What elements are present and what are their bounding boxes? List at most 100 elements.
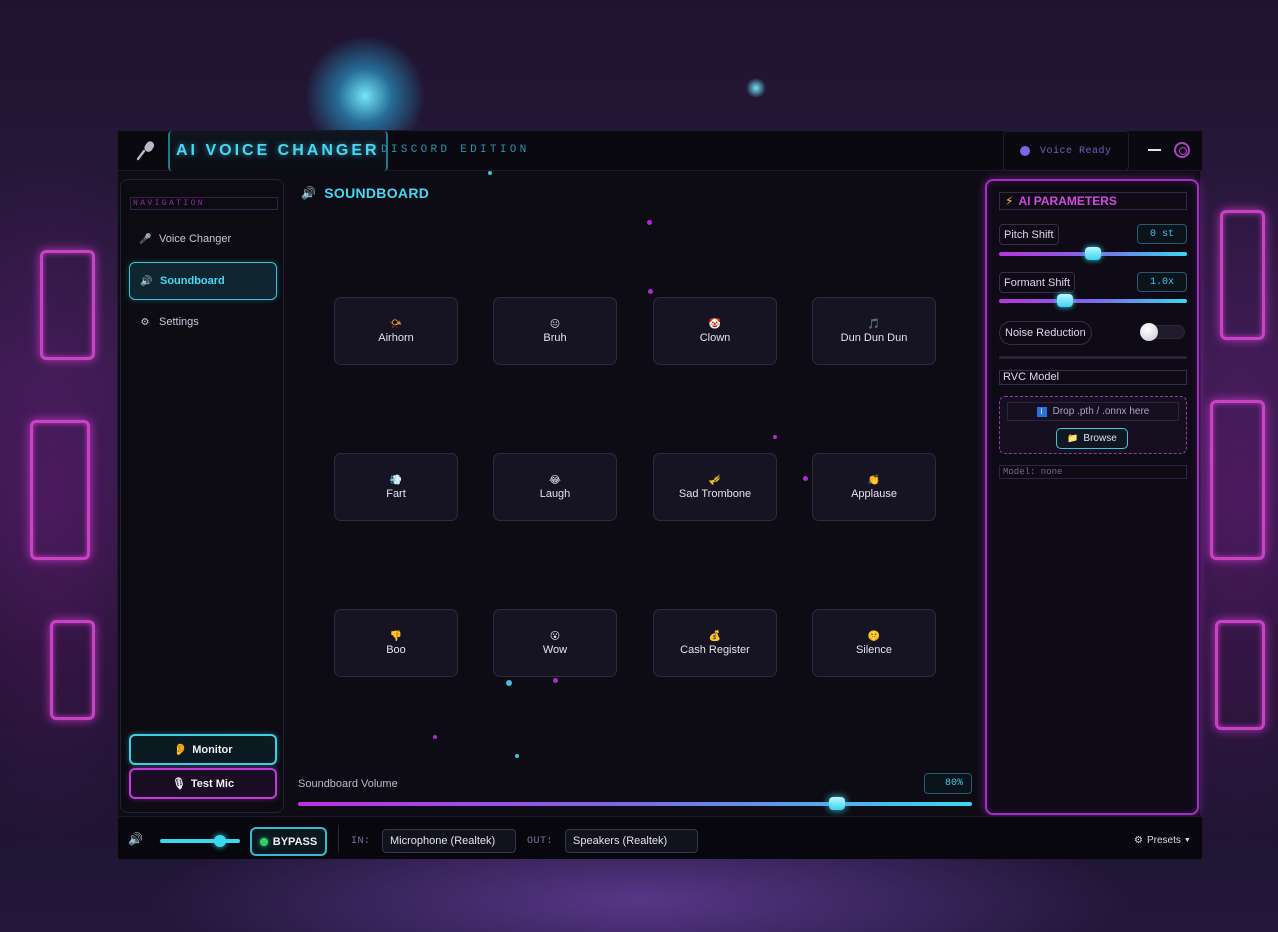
ai-parameters-heading: ⚡ AI PARAMETERS <box>999 192 1187 210</box>
gear-icon: ⚙ <box>1134 835 1143 846</box>
presets-menu[interactable]: ⚙ Presets ▼ <box>1134 835 1191 846</box>
gear-icon: ⚙ <box>140 316 150 328</box>
sound-pad-label: Dun Dun Dun <box>840 331 908 344</box>
sound-pad-icon: 💰 <box>708 630 722 642</box>
navigation-heading: NAVIGATION <box>130 197 278 210</box>
sidebar-item-settings[interactable]: ⚙ Settings <box>129 303 277 341</box>
folder-icon: 📁 <box>1067 433 1079 443</box>
sound-pad-applause[interactable]: 👏 Applause <box>812 453 936 521</box>
sidebar-item-label: Soundboard <box>160 275 225 287</box>
sound-pad-airhorn[interactable]: 📯 Airhorn <box>334 297 458 365</box>
sound-pad-clown[interactable]: 🤡 Clown <box>653 297 777 365</box>
pitch-shift-label: Pitch Shift <box>999 224 1059 245</box>
lightning-icon: ⚡ <box>1005 194 1014 208</box>
monitor-label: Monitor <box>192 743 233 756</box>
chevron-down-icon: ▼ <box>1183 837 1191 844</box>
test-mic-button[interactable]: 🎙 Test Mic <box>129 768 277 799</box>
presets-label: Presets <box>1146 835 1181 846</box>
sound-pad-label: Laugh <box>539 487 571 500</box>
decorative-particle <box>803 476 808 481</box>
output-device-select[interactable]: Speakers (Realtek) <box>565 829 698 853</box>
status-text: Voice Ready <box>1040 145 1112 157</box>
minimize-button[interactable] <box>1148 149 1161 151</box>
ai-parameters-title: AI PARAMETERS <box>1018 194 1117 208</box>
monitor-button[interactable]: 👂 Monitor <box>129 734 277 765</box>
decorative-particle <box>773 435 777 439</box>
microphone-icon: 🎙 <box>171 778 186 790</box>
bypass-status-dot <box>259 837 268 846</box>
soundboard-volume-label: Soundboard Volume <box>298 778 398 790</box>
decorative-rune <box>30 420 90 560</box>
formant-shift-slider[interactable] <box>999 299 1187 303</box>
sound-pad-icon: 💨 <box>389 474 403 486</box>
model-dropzone[interactable]: i Drop .pth / .onnx here 📁 Browse <box>999 396 1187 454</box>
page-title-text: SOUNDBOARD <box>324 185 430 201</box>
sound-pad-icon: 🎺 <box>708 474 722 486</box>
sidebar-item-label: Voice Changer <box>159 233 232 245</box>
noise-reduction-label: Noise Reduction <box>999 321 1092 345</box>
sidebar-item-soundboard[interactable]: 🔊 Soundboard <box>129 262 277 300</box>
sound-pad-silence[interactable]: 🤫 Silence <box>812 609 936 677</box>
toggle-knob <box>1140 323 1158 341</box>
sound-pad-icon: 👏 <box>867 474 881 486</box>
app-window: AI VOICE CHANGER DISCORD EDITION Voice R… <box>117 130 1202 859</box>
title-bar: AI VOICE CHANGER DISCORD EDITION Voice R… <box>118 131 1202 171</box>
bypass-label: BYPASS <box>272 835 318 848</box>
output-label: OUT: <box>527 836 554 847</box>
formant-shift-thumb[interactable] <box>1056 294 1073 307</box>
sidebar-item-voice-changer[interactable]: 🎤 Voice Changer <box>129 220 277 258</box>
decorative-particle <box>488 171 492 175</box>
bypass-button[interactable]: BYPASS <box>250 827 327 856</box>
input-device-select[interactable]: Microphone (Realtek) <box>382 829 516 853</box>
sound-pad-dun-dun-dun[interactable]: 🎵 Dun Dun Dun <box>812 297 936 365</box>
soundboard-volume-thumb[interactable] <box>829 797 846 810</box>
model-status: Model: none <box>999 465 1187 479</box>
sound-pad-boo[interactable]: 👎 Boo <box>334 609 458 677</box>
pitch-shift-thumb[interactable] <box>1085 247 1101 260</box>
dropzone-text: Drop .pth / .onnx here <box>1052 406 1150 417</box>
browse-label: Browse <box>1083 433 1117 444</box>
sound-pad-label: Fart <box>386 487 406 500</box>
decorative-particle <box>515 754 519 758</box>
sound-pad-label: Sad Trombone <box>678 487 752 500</box>
app-title-box: AI VOICE CHANGER <box>168 131 388 171</box>
decorative-particle <box>433 735 437 739</box>
sound-pad-laugh[interactable]: 😂 Laugh <box>493 453 617 521</box>
sound-pad-cash-register[interactable]: 💰 Cash Register <box>653 609 777 677</box>
sound-pad-label: Cash Register <box>680 643 750 656</box>
sound-pad-label: Wow <box>542 643 568 656</box>
sound-pad-label: Clown <box>699 331 731 344</box>
microphone-icon <box>136 141 155 161</box>
speaker-icon: 🔊 <box>301 186 317 200</box>
speaker-icon: 🔊 <box>128 832 143 846</box>
sound-pad-fart[interactable]: 💨 Fart <box>334 453 458 521</box>
dropzone-hint: i Drop .pth / .onnx here <box>1007 402 1179 421</box>
decorative-rune <box>40 250 95 360</box>
noise-reduction-toggle[interactable] <box>1140 323 1185 341</box>
sound-pad-sad-trombone[interactable]: 🎺 Sad Trombone <box>653 453 777 521</box>
sound-pad-bruh[interactable]: 😐 Bruh <box>493 297 617 365</box>
soundboard-volume-value: 80% <box>924 773 972 794</box>
sound-pad-wow[interactable]: 😮 Wow <box>493 609 617 677</box>
soundboard-panel: 🔊 SOUNDBOARD 📯 Airhorn 😐 Bruh 🤡 Clown 🎵 Dun Dun… <box>288 171 978 815</box>
speaker-icon: 🔊 <box>140 275 153 287</box>
app-title: AI VOICE CHANGER <box>176 142 380 159</box>
browse-button[interactable]: 📁 Browse <box>1056 428 1128 449</box>
sound-pad-label: Airhorn <box>378 331 414 344</box>
decorative-particle <box>553 678 558 683</box>
close-button[interactable] <box>1174 142 1190 158</box>
master-volume-slider[interactable] <box>160 839 240 843</box>
divider <box>338 825 339 853</box>
master-volume-thumb[interactable] <box>214 835 226 847</box>
divider <box>999 356 1187 359</box>
bottom-bar: 🔊 BYPASS IN: Microphone (Realtek) OUT: S… <box>118 816 1202 859</box>
input-label: IN: <box>351 836 371 847</box>
ear-icon: 👂 <box>173 744 188 756</box>
sound-pad-icon: 🤫 <box>867 630 881 642</box>
sidebar: NAVIGATION 🎤 Voice Changer 🔊 Soundboard … <box>120 179 284 813</box>
page-title: 🔊 SOUNDBOARD <box>301 185 429 201</box>
sound-pad-icon: 😂 <box>549 474 561 486</box>
soundboard-volume-slider[interactable] <box>298 802 972 806</box>
rvc-model-label: RVC Model <box>999 370 1187 385</box>
sound-pad-icon: 📯 <box>389 318 403 330</box>
